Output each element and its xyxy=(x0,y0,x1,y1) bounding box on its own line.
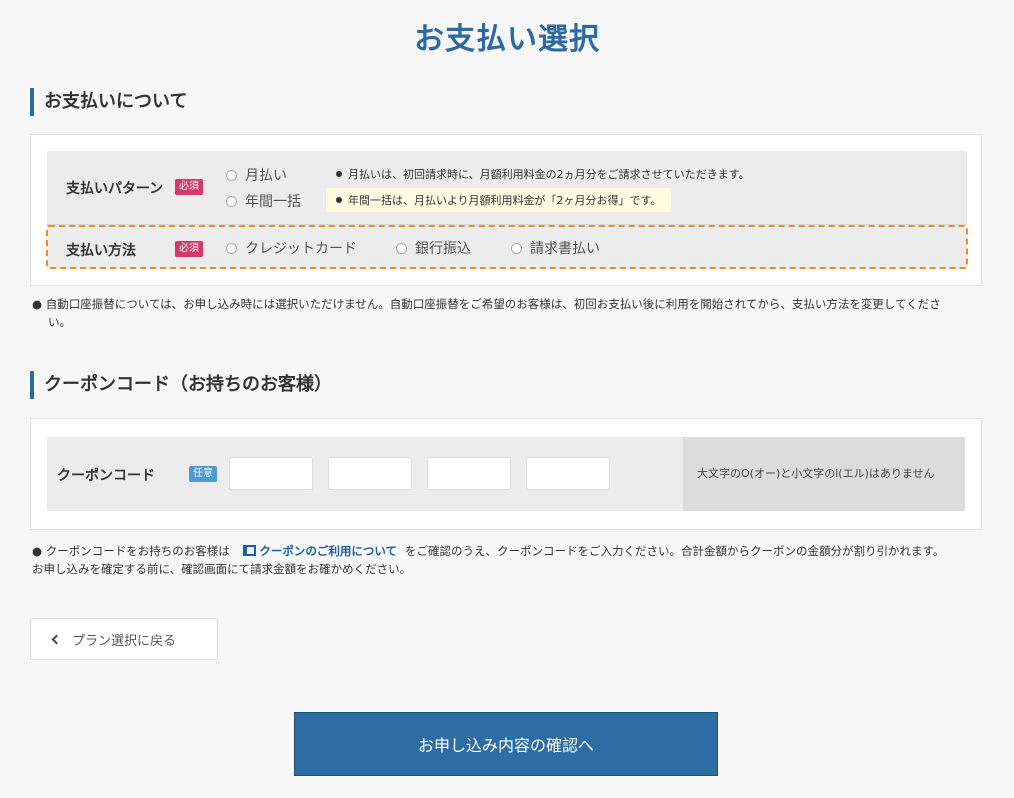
payment-info-line2: い。 xyxy=(48,315,71,329)
coupon-info-line2: お申し込みを確定する前に、確認画面にて請求金額をお確かめください。 xyxy=(32,562,412,576)
coupon-info-text: ● クーポンコードをお持ちのお客様は クーポンのご利用について をご確認のうえ、… xyxy=(32,542,992,578)
radio-invoice-label: 請求書払い xyxy=(530,241,600,257)
radio-circle-icon xyxy=(226,195,237,207)
section-heading-payment: お支払いについて xyxy=(30,88,187,116)
payment-method-label: 支払い方法 xyxy=(66,243,136,259)
radio-bank-transfer[interactable]: 銀行振込 xyxy=(396,238,471,258)
back-to-plan-button[interactable]: プラン選択に戻る xyxy=(30,618,218,660)
radio-monthly[interactable]: 月払い xyxy=(226,165,287,185)
radio-circle-icon xyxy=(226,169,237,181)
note-monthly-text: 月払いは、初回請求時に、月額利用料金の2ヵ月分をご請求させていただきます。 xyxy=(348,168,750,181)
required-badge: 必須 xyxy=(175,241,203,257)
coupon-info-suffix: をご確認のうえ、クーポンコードをご入力ください。合計金額からクーポンの金額分が割… xyxy=(405,544,945,558)
required-badge: 必須 xyxy=(175,179,203,195)
radio-credit-card-label: クレジットカード xyxy=(245,241,357,257)
note-annual-text: 年間一括は、月払いより月額利用料金が「2ヶ月分お得」です。 xyxy=(348,194,662,207)
confirm-application-button[interactable]: お申し込み内容の確認へ xyxy=(294,712,718,776)
radio-annual-label: 年間一括 xyxy=(245,194,301,210)
coupon-input-3[interactable] xyxy=(427,457,511,490)
coupon-usage-link-text: クーポンのご利用について xyxy=(259,544,398,558)
radio-monthly-label: 月払い xyxy=(245,168,287,184)
coupon-input-2[interactable] xyxy=(328,457,412,490)
radio-invoice[interactable]: 請求書払い xyxy=(511,238,600,258)
coupon-area: クーポンコード 任意 大文字のO(オー)と小文字のl(エル)はありません xyxy=(47,437,965,511)
coupon-card: クーポンコード 任意 大文字のO(オー)と小文字のl(エル)はありません xyxy=(30,418,982,530)
radio-annual[interactable]: 年間一括 xyxy=(226,191,301,211)
coupon-input-1[interactable] xyxy=(229,457,313,490)
bullet-icon xyxy=(336,197,342,203)
section-heading-coupon: クーポンコード（お持ちのお客様） xyxy=(30,371,332,399)
bullet-icon xyxy=(336,171,342,177)
payment-info-line1: ● 自動口座振替については、お申し込み時には選択いただけません。自動口座振替をご… xyxy=(32,297,941,311)
radio-credit-card[interactable]: クレジットカード xyxy=(226,238,357,258)
radio-circle-icon xyxy=(226,242,237,254)
note-annual: 年間一括は、月払いより月額利用料金が「2ヶ月分お得」です。 xyxy=(326,188,672,212)
note-monthly: 月払いは、初回請求時に、月額利用料金の2ヵ月分をご請求させていただきます。 xyxy=(336,166,750,182)
coupon-usage-link[interactable]: クーポンのご利用について xyxy=(243,544,401,558)
radio-circle-icon xyxy=(511,242,522,254)
radio-circle-icon xyxy=(396,242,407,254)
radio-bank-transfer-label: 銀行振込 xyxy=(415,241,471,257)
back-button-label: プラン選択に戻る xyxy=(72,633,177,649)
payment-info-text: ● 自動口座振替については、お申し込み時には選択いただけません。自動口座振替をご… xyxy=(32,295,982,331)
confirm-button-label: お申し込み内容の確認へ xyxy=(417,736,594,755)
page-title: お支払い選択 xyxy=(414,22,600,57)
coupon-input-4[interactable] xyxy=(526,457,610,490)
book-icon xyxy=(243,545,257,556)
coupon-info-line1: ● クーポンコードをお持ちのお客様は クーポンのご利用について をご確認のうえ、… xyxy=(32,542,992,560)
chevron-left-icon xyxy=(51,634,62,644)
coupon-hint: 大文字のO(オー)と小文字のl(エル)はありません xyxy=(683,437,965,511)
coupon-info-prefix: ● クーポンコードをお持ちのお客様は xyxy=(32,544,230,558)
optional-badge: 任意 xyxy=(189,466,217,482)
payment-pattern-label: 支払いパターン xyxy=(66,181,164,197)
coupon-code-label: クーポンコード xyxy=(57,468,155,484)
